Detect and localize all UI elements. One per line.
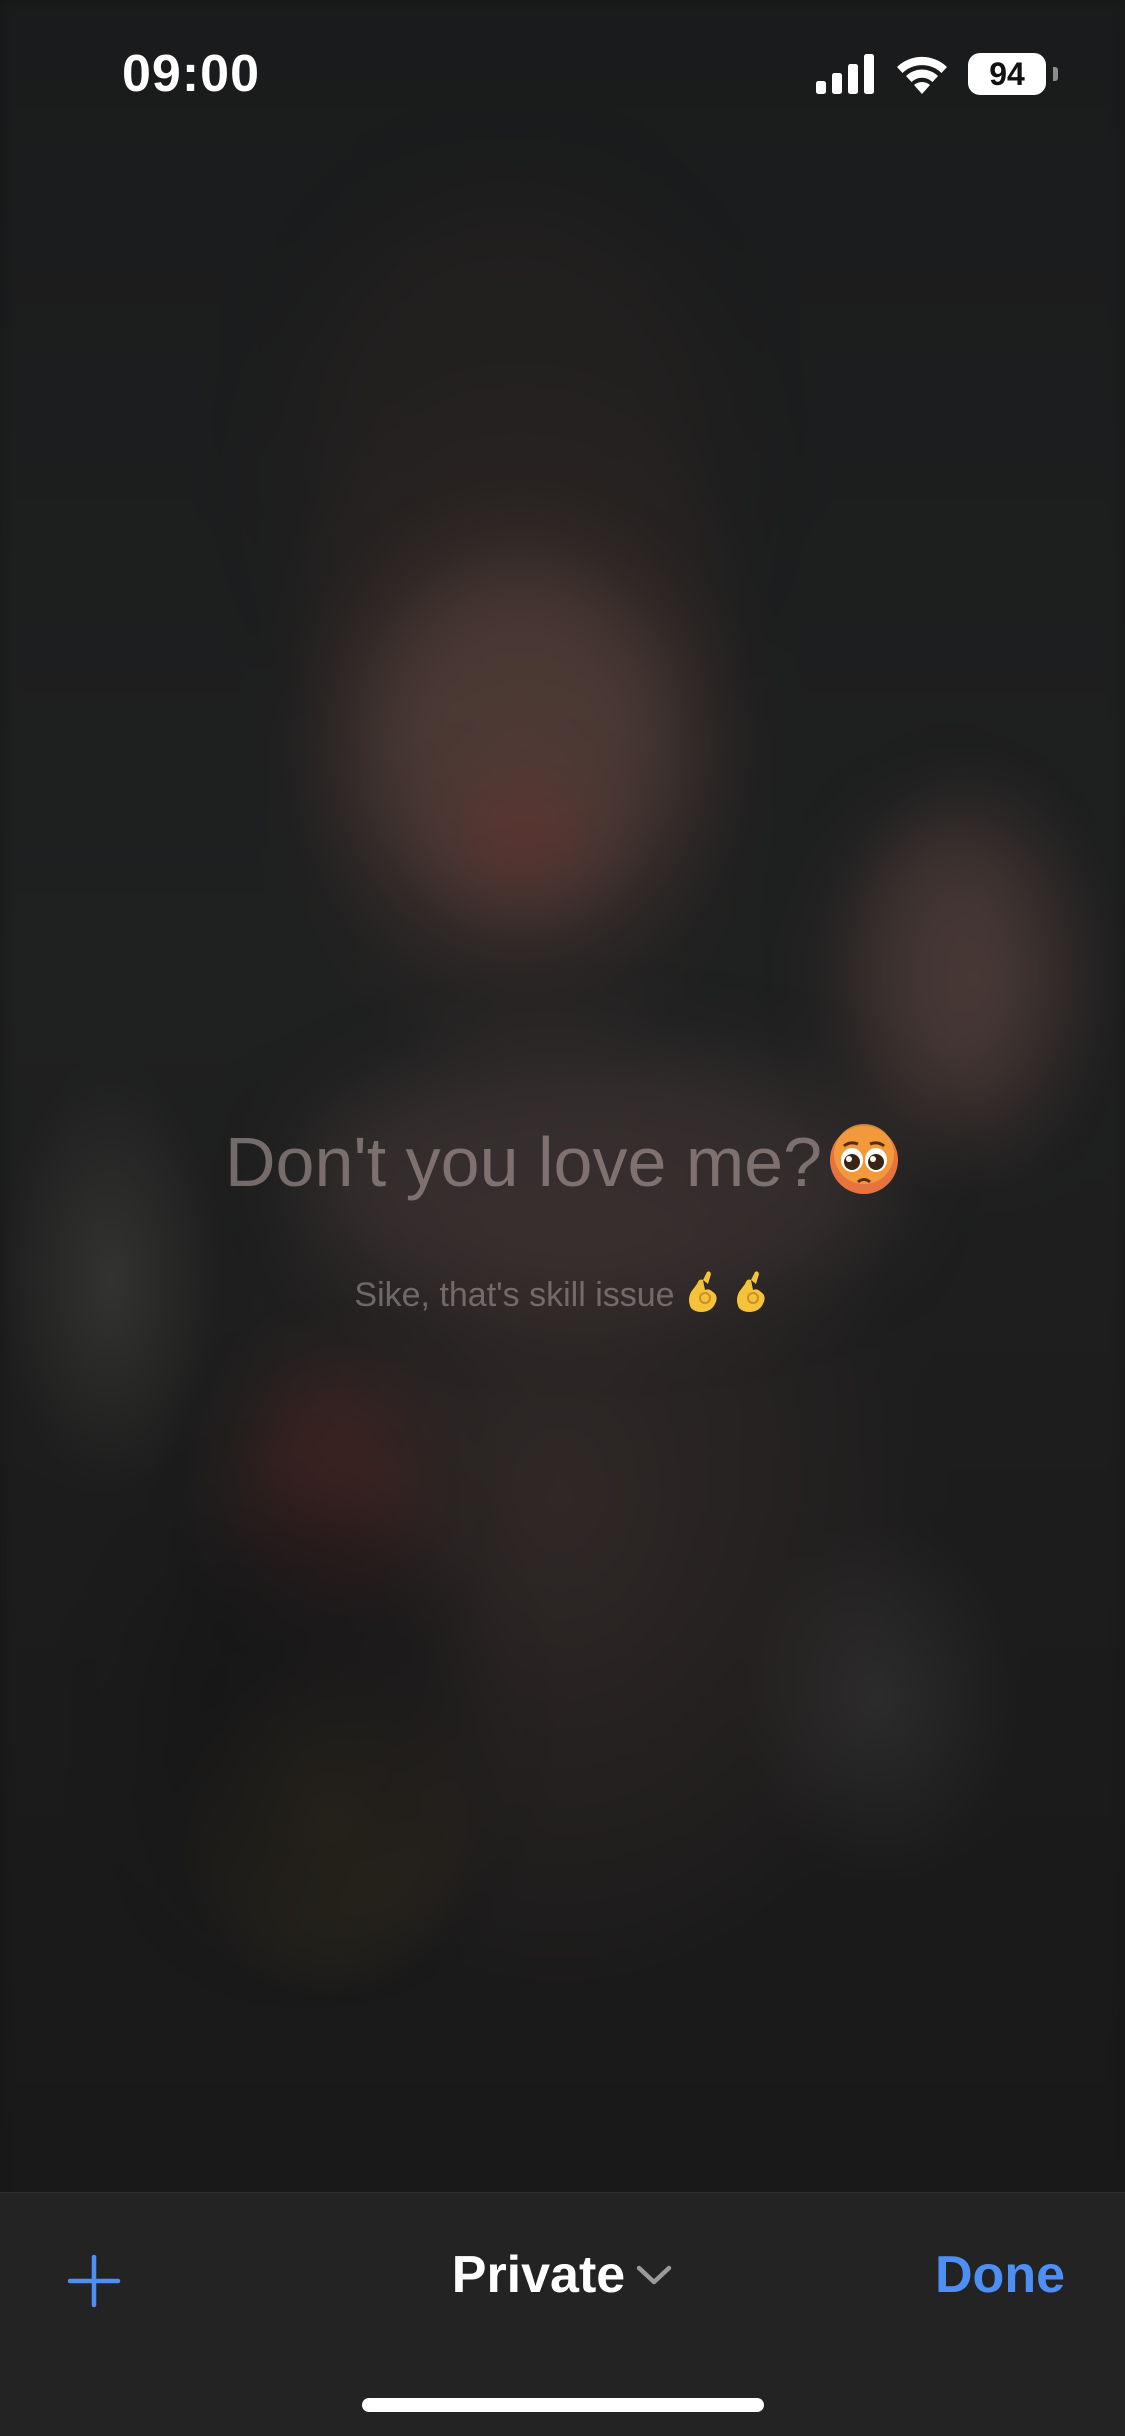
private-tab-overview-screen: 09:00 94 Don't you love me? Sike, that's… (0, 0, 1125, 2436)
new-tab-plus-icon[interactable] (66, 2253, 122, 2309)
battery-level: 94 (968, 53, 1046, 95)
pleading-face-emoji (830, 1124, 899, 1194)
cellular-signal-icon (816, 54, 874, 94)
tab-group-label: Private (451, 2246, 626, 2304)
done-button[interactable]: Done (935, 2245, 1065, 2305)
tab-group-button[interactable]: Private (452, 2245, 673, 2305)
wifi-icon (897, 56, 947, 94)
private-browsing-headline: Don't you love me? (0, 1122, 1125, 1202)
chevron-down-icon (636, 2265, 672, 2285)
background-blur-region (470, 800, 580, 870)
status-time: 09:00 (122, 45, 260, 103)
status-icons: 94 (816, 52, 1058, 96)
subline-text: Sike, that's skill issue (354, 1276, 675, 1314)
status-bar: 09:00 94 (0, 0, 1125, 150)
tab-overview-toolbar: Private Done (0, 2192, 1125, 2436)
blurred-background-image (0, 0, 1125, 2436)
ok-hand-emoji (688, 1271, 717, 1312)
battery-cap (1053, 67, 1058, 81)
private-browsing-subline: Sike, that's skill issue (0, 1270, 1125, 1315)
background-blur-region (850, 820, 1050, 1120)
background-blur-region (160, 1500, 460, 1920)
ok-hand-emoji (736, 1271, 765, 1312)
home-indicator[interactable] (362, 2398, 764, 2412)
headline-text: Don't you love me? (224, 1123, 823, 1201)
battery-icon: 94 (968, 53, 1058, 95)
